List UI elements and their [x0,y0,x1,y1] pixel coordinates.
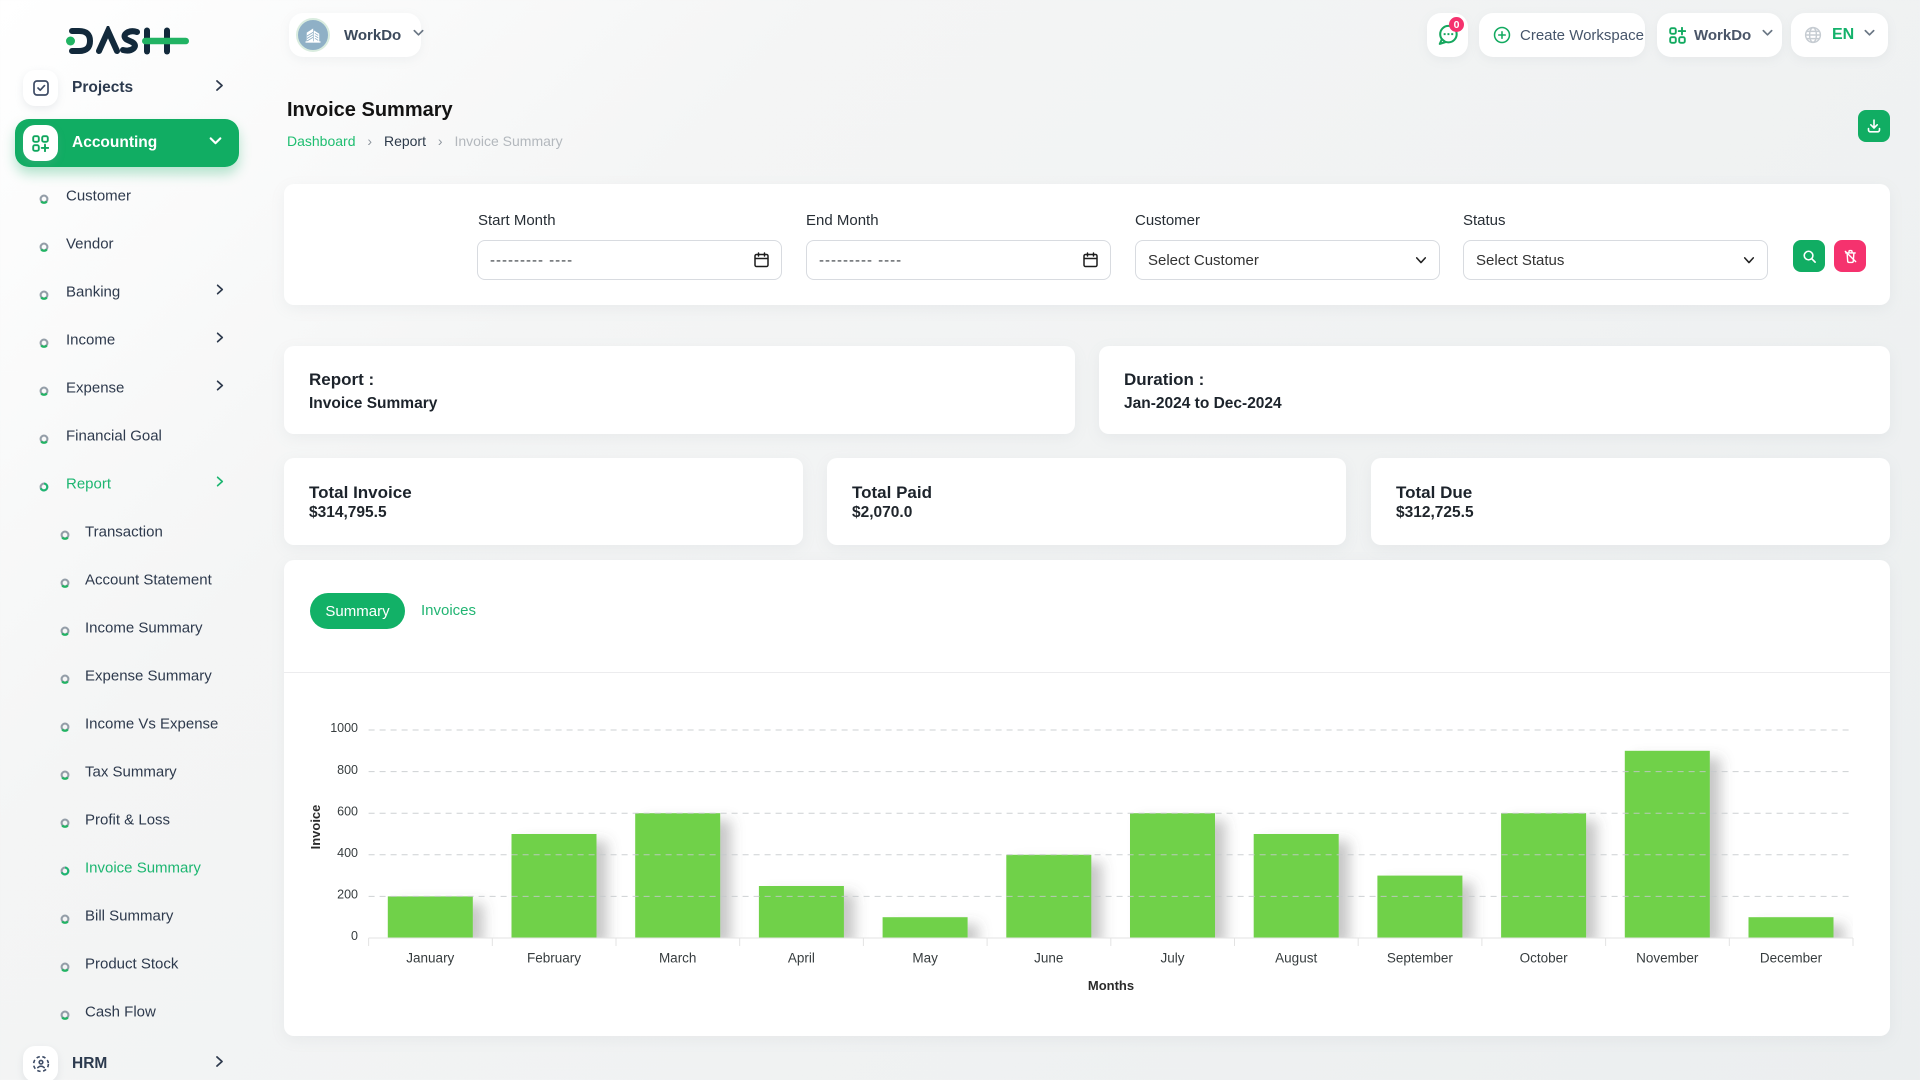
svg-text:June: June [1034,951,1063,966]
svg-text:December: December [1760,951,1823,966]
svg-text:August: August [1275,951,1317,966]
svg-text:September: September [1387,951,1454,966]
svg-text:May: May [912,951,938,966]
svg-text:October: October [1520,951,1569,966]
svg-text:Months: Months [1088,978,1134,993]
svg-text:March: March [659,951,697,966]
svg-text:200: 200 [337,888,358,902]
svg-text:800: 800 [337,763,358,777]
svg-text:January: January [406,951,454,966]
svg-text:400: 400 [337,846,358,860]
svg-text:July: July [1160,951,1184,966]
svg-text:0: 0 [351,929,358,943]
svg-text:February: February [527,951,581,966]
svg-text:Invoice: Invoice [308,805,323,850]
svg-text:600: 600 [337,804,358,818]
svg-text:1000: 1000 [330,721,358,735]
svg-text:November: November [1636,951,1699,966]
svg-text:April: April [788,951,815,966]
